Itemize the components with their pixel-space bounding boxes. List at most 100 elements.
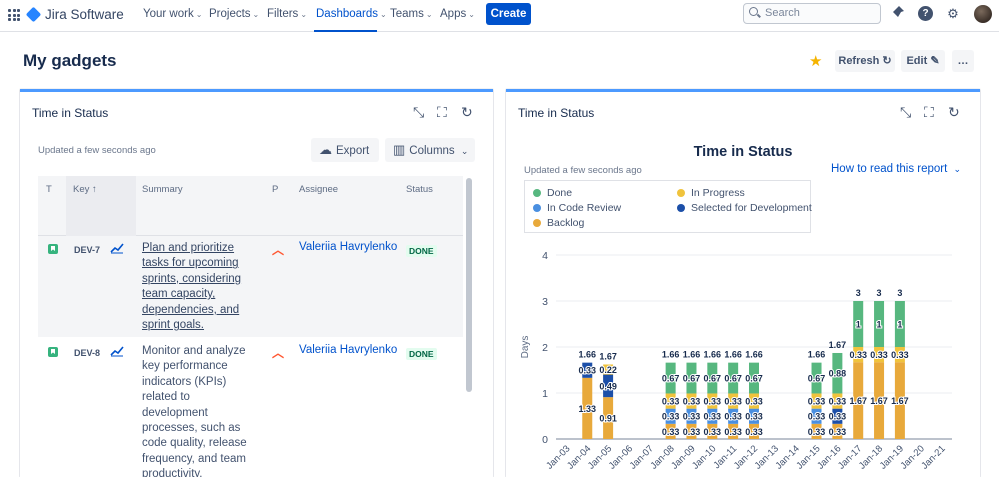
chart-trend-icon[interactable] — [110, 345, 124, 360]
chevron-down-icon: ⌄ — [195, 10, 203, 19]
pencil-icon: ✎ — [930, 55, 940, 67]
total-label: 1.66 — [578, 350, 596, 360]
nav-your-work[interactable]: Your work ⌄ — [143, 8, 202, 20]
y-tick-label: 2 — [542, 342, 548, 354]
legend-item-in-progress[interactable]: In Progress — [677, 187, 745, 199]
columns-button[interactable]: ▥ Columns ⌄ — [385, 138, 475, 162]
data-label: 0.33 — [724, 427, 742, 437]
data-label: 0.33 — [891, 350, 909, 360]
table-header: T Key ↑ Summary P Assignee Status — [38, 176, 463, 236]
profile-avatar[interactable] — [974, 5, 992, 23]
total-label: 1.66 — [724, 350, 742, 360]
data-label: 0.33 — [829, 412, 847, 422]
settings-icon[interactable]: ⚙ — [944, 5, 962, 23]
table-row[interactable]: DEV-8 Monitor and analyze key performanc… — [38, 339, 463, 477]
top-navigation: Jira Software Your work ⌄ Projects ⌄ Filte… — [0, 0, 999, 32]
fullscreen-icon[interactable]: ⛶ — [924, 104, 934, 121]
nav-filters[interactable]: Filters ⌄ — [267, 8, 307, 20]
chevron-down-icon: ⌄ — [300, 10, 308, 19]
data-label: 1 — [877, 320, 882, 330]
data-label: 0.33 — [849, 350, 867, 360]
data-label: 0.33 — [808, 427, 826, 437]
x-tick-label: Jan-21 — [919, 443, 947, 471]
data-label: 0.33 — [704, 397, 722, 407]
chart-legend: Done In Progress In Code Review Selected… — [524, 180, 812, 233]
data-label: 0.22 — [599, 365, 617, 375]
assignee-link[interactable]: Valeriia Havrylenko — [299, 344, 397, 356]
chevron-down-icon: ⌄ — [460, 146, 469, 156]
total-label: 3 — [897, 288, 902, 298]
data-label: 0.33 — [745, 397, 763, 407]
data-label: 0.33 — [662, 427, 680, 437]
column-header-type[interactable]: T — [46, 184, 52, 195]
status-badge: DONE — [406, 245, 437, 257]
export-button[interactable]: ☁ Export — [311, 138, 379, 162]
star-icon[interactable]: ★ — [809, 52, 822, 70]
updated-text: Updated a few seconds ago — [38, 145, 156, 156]
nav-projects[interactable]: Projects ⌄ — [209, 8, 259, 20]
chevron-down-icon: ⌄ — [468, 10, 475, 19]
data-label: 0.33 — [724, 412, 742, 422]
gadget-title: Time in Status — [32, 106, 109, 120]
legend-item-done[interactable]: Done — [533, 187, 572, 199]
data-label: 0.33 — [745, 412, 763, 422]
total-label: 1.66 — [683, 350, 701, 360]
issues-table: T Key ↑ Summary P Assignee Status DEV-7 … — [38, 176, 481, 477]
refresh-icon[interactable]: ↻ — [461, 104, 473, 121]
refresh-button[interactable]: Refresh ↻ — [835, 50, 895, 72]
nav-apps[interactable]: Apps ⌄ — [440, 8, 475, 20]
column-header-summary[interactable]: Summary — [142, 184, 183, 195]
chart-trend-icon[interactable] — [110, 242, 124, 257]
legend-swatch — [677, 204, 685, 212]
data-label: 0.33 — [829, 397, 847, 407]
table-scrollbar[interactable] — [466, 178, 472, 392]
legend-swatch — [677, 189, 685, 197]
refresh-icon[interactable]: ↻ — [948, 104, 960, 121]
total-label: 1.66 — [745, 350, 763, 360]
y-tick-label: 1 — [542, 388, 548, 400]
data-label: 0.33 — [829, 427, 847, 437]
status-badge: DONE — [406, 348, 437, 360]
issue-key[interactable]: DEV-8 — [74, 348, 100, 358]
column-header-key[interactable]: Key ↑ — [73, 184, 97, 195]
data-label: 0.33 — [745, 427, 763, 437]
column-header-priority[interactable]: P — [272, 184, 278, 195]
how-to-read-link[interactable]: How to read this report ⌄ — [831, 163, 961, 175]
chevron-down-icon: ⌄ — [252, 10, 260, 19]
more-actions-button[interactable]: … — [952, 50, 974, 72]
data-label: 0.33 — [704, 427, 722, 437]
data-label: 0.67 — [808, 374, 826, 384]
y-axis-label: Days — [520, 336, 531, 359]
data-label: 0.67 — [683, 374, 701, 384]
data-label: 0.67 — [662, 374, 680, 384]
minimize-icon[interactable]: ⤡ — [413, 104, 424, 121]
total-label: 1.67 — [829, 340, 847, 350]
search-input[interactable]: Search — [743, 3, 881, 24]
edit-button[interactable]: Edit ✎ — [901, 50, 945, 72]
notifications-icon[interactable] — [889, 5, 907, 23]
minimize-icon[interactable]: ⤡ — [900, 104, 911, 121]
data-label: 0.91 — [599, 414, 617, 424]
data-label: 0.49 — [599, 381, 617, 391]
legend-item-backlog[interactable]: Backlog — [533, 217, 584, 229]
chart-title: Time in Status — [693, 144, 793, 160]
issue-key[interactable]: DEV-7 — [74, 245, 100, 255]
table-row[interactable]: DEV-7 Plan and prioritize tasks for upco… — [38, 236, 463, 337]
jira-logo[interactable]: Jira Software — [25, 6, 124, 23]
issue-summary-link[interactable]: Plan and prioritize tasks for upcoming s… — [142, 241, 254, 333]
issue-summary[interactable]: Monitor and analyze key performance indi… — [142, 344, 254, 477]
fullscreen-icon[interactable]: ⛶ — [437, 104, 447, 121]
column-header-status[interactable]: Status — [406, 184, 433, 195]
column-header-assignee[interactable]: Assignee — [299, 184, 338, 195]
nav-dashboards[interactable]: Dashboards ⌄ — [316, 8, 387, 20]
legend-item-in-code-review[interactable]: In Code Review — [533, 202, 621, 214]
assignee-link[interactable]: Valeriia Havrylenko — [299, 241, 397, 253]
apps-grid-icon[interactable] — [8, 9, 20, 21]
legend-item-selected-for-development[interactable]: Selected for Development — [677, 202, 812, 214]
create-button[interactable]: Create — [486, 3, 531, 25]
help-icon[interactable]: ? — [918, 6, 933, 21]
chevron-down-icon: ⌄ — [380, 10, 387, 19]
time-in-status-chart-gadget: Time in Status ⤡ ⛶ ↻ Time in Status Upda… — [506, 89, 980, 477]
nav-teams[interactable]: Teams ⌄ — [390, 8, 433, 20]
total-label: 1.66 — [662, 350, 680, 360]
